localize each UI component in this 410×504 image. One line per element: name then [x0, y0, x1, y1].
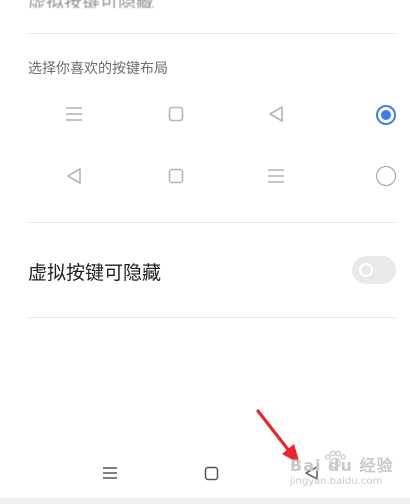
divider-middle — [28, 222, 396, 223]
hide-virtual-keys-toggle[interactable] — [352, 256, 396, 284]
navigation-bar — [0, 448, 410, 498]
menu-icon — [103, 467, 117, 479]
menu-icon — [60, 100, 88, 128]
menu-icon — [262, 162, 290, 190]
back-triangle-icon — [60, 162, 88, 190]
back-triangle-icon — [304, 466, 318, 480]
divider-bottom — [28, 317, 396, 318]
nav-menu-button[interactable] — [96, 459, 124, 487]
nav-back-button[interactable] — [297, 459, 325, 487]
square-icon — [162, 162, 190, 190]
hide-virtual-keys-label: 虚拟按键可隐藏 — [28, 262, 162, 284]
layout-section-label: 选择你喜欢的按键布局 — [28, 61, 168, 77]
divider-top — [28, 33, 396, 34]
layout-option-2-radio[interactable] — [376, 166, 396, 186]
back-triangle-icon — [262, 100, 290, 128]
square-icon — [204, 466, 218, 480]
square-icon — [162, 100, 190, 128]
bottom-strip — [0, 498, 410, 504]
toggle-knob — [359, 263, 373, 277]
layout-option-1-radio[interactable] — [376, 105, 396, 125]
partial-top-text: 虚拟按键可隐藏 — [28, 0, 208, 8]
nav-home-button[interactable] — [197, 459, 225, 487]
